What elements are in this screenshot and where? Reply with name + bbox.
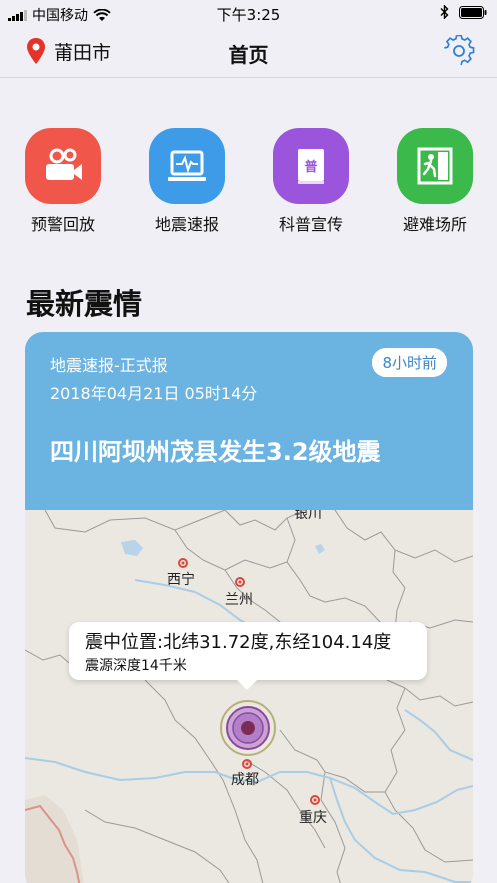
shortcut-warning-replay[interactable]: 预警回放 — [13, 128, 113, 235]
section-title: 最新震情 — [26, 287, 143, 321]
shortcut-quake-report[interactable]: 地震速报 — [137, 128, 237, 235]
shortcut-grid: 预警回放 地震速报 普 科普宣传 避难场所 — [0, 128, 497, 238]
shortcut-science[interactable]: 普 科普宣传 — [261, 128, 361, 235]
time-ago-badge: 8小时前 — [372, 348, 447, 377]
svg-text:普: 普 — [304, 159, 317, 175]
status-right — [440, 5, 487, 19]
gear-icon[interactable] — [443, 35, 475, 67]
quake-map[interactable]: 银川 西宁 兰州 成都 重庆 — [25, 506, 473, 883]
map-city-chengdu: 成都 — [231, 772, 259, 788]
epicenter-depth: 震源深度14千米 — [85, 658, 187, 674]
shortcut-label: 预警回放 — [30, 215, 95, 234]
epicenter-tooltip: 震中位置:北纬31.72度,东经104.14度 震源深度14千米 — [69, 622, 427, 690]
monitor-waveform-icon — [149, 128, 225, 204]
shortcut-label: 科普宣传 — [278, 215, 343, 234]
epicenter-location: 震中位置:北纬31.72度,东经104.14度 — [85, 632, 392, 653]
report-type: 地震速报-正式报 — [50, 356, 168, 375]
status-time: 下午3:25 — [216, 6, 281, 24]
battery-icon — [459, 5, 487, 19]
map-city-yinchuan: 银川 — [294, 510, 322, 522]
shortcut-label: 避难场所 — [402, 215, 467, 234]
bluetooth-icon — [440, 5, 449, 19]
shortcut-shelter[interactable]: 避难场所 — [385, 128, 485, 235]
map-city-lanzhou: 兰州 — [225, 592, 253, 608]
quake-headline: 四川阿坝州茂县发生3.2级地震 — [50, 438, 381, 466]
exit-door-icon — [397, 128, 473, 204]
page-title: 首页 — [228, 43, 269, 67]
book-icon: 普 — [273, 128, 349, 204]
report-time: 2018年04月21日 05时14分 — [50, 384, 258, 403]
quake-card-header: 地震速报-正式报 2018年04月21日 05时14分 8小时前 四川阿坝州茂县… — [25, 332, 473, 510]
video-camera-icon — [25, 128, 101, 204]
map-city-xining: 西宁 — [167, 571, 195, 588]
map-city-chongqing: 重庆 — [299, 810, 327, 826]
epicenter-marker[interactable] — [220, 700, 276, 756]
status-bar: 中国移动 下午3:25 — [0, 0, 497, 26]
shortcut-label: 地震速报 — [154, 215, 219, 234]
quake-card[interactable]: 地震速报-正式报 2018年04月21日 05时14分 8小时前 四川阿坝州茂县… — [25, 332, 473, 883]
nav-bar: 莆田市 首页 — [0, 26, 497, 78]
